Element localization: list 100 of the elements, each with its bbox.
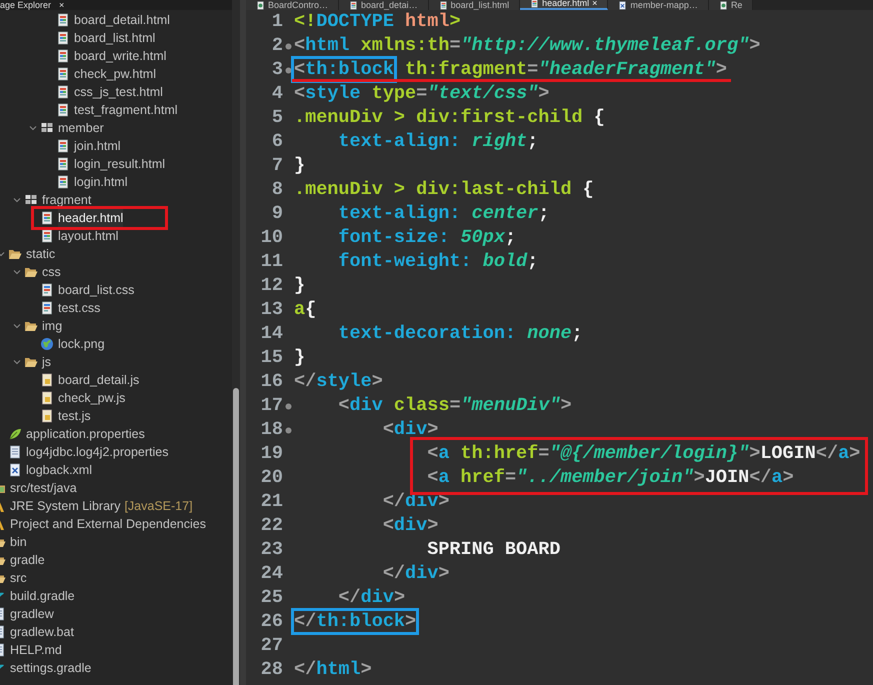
line-number: 18	[260, 418, 283, 442]
expand-chevron-icon[interactable]	[13, 268, 21, 276]
tree-item[interactable]: board_list.css	[58, 280, 134, 300]
tree-item[interactable]: board_detail.js	[58, 370, 140, 390]
file-icon	[349, 1, 358, 10]
code-line: <style type="text/css">	[294, 82, 550, 106]
expand-chevron-icon[interactable]	[29, 124, 37, 132]
expand-chevron-icon[interactable]	[13, 322, 21, 330]
tree-item[interactable]: login.html	[74, 172, 128, 192]
leaf-icon	[8, 427, 22, 441]
tree-item[interactable]: lock.png	[58, 334, 105, 354]
tree-item[interactable]: css	[42, 262, 61, 282]
code-line: <a th:href="@{/member/login}">LOGIN</a>	[426, 442, 860, 466]
line-number: 27	[260, 634, 283, 658]
line-number: 16	[260, 370, 283, 394]
editor-tab[interactable]: board_detai…	[339, 0, 429, 10]
tree-item[interactable]: login_result.html	[74, 154, 166, 174]
tree-item[interactable]: logback.xml	[26, 460, 92, 480]
tree-item[interactable]: src	[10, 568, 27, 588]
tree-item[interactable]: application.properties	[26, 424, 145, 444]
tree-item[interactable]: gradlew	[10, 604, 54, 624]
editor-tab[interactable]: board_list.html	[428, 0, 520, 10]
tree-item[interactable]: settings.gradle	[10, 658, 92, 678]
tree-item[interactable]: check_pw.js	[58, 388, 126, 408]
close-icon[interactable]: ×	[592, 0, 598, 8]
line-number: 26	[260, 610, 283, 634]
tree-item[interactable]: member	[58, 118, 104, 138]
line-number: 3	[272, 58, 283, 82]
tree-item[interactable]: js	[42, 352, 52, 372]
close-icon[interactable]: ×	[59, 0, 64, 10]
code-line: <div class="menuDiv">	[337, 394, 572, 418]
expand-chevron-icon[interactable]	[13, 358, 21, 366]
file-icon	[8, 463, 22, 477]
tree-item[interactable]: test.js	[58, 406, 91, 426]
line-number: 4	[272, 82, 283, 106]
file-icon	[56, 157, 70, 171]
file-icon	[40, 301, 54, 315]
tree-item[interactable]: board_detail.html	[74, 10, 170, 30]
tree-item[interactable]: gradlew.bat	[10, 622, 74, 642]
tree-item[interactable]: gradle	[10, 550, 45, 570]
tree-item[interactable]: board_write.html	[74, 46, 166, 66]
fold-marker-icon[interactable]	[283, 402, 294, 410]
code-line: <div>	[382, 514, 438, 538]
line-number: 21	[260, 490, 283, 514]
line-number: 22	[260, 514, 283, 538]
tree-item[interactable]: src/test/java	[10, 478, 77, 498]
file-icon	[618, 1, 628, 10]
line-number: 6	[272, 130, 283, 154]
tree-item[interactable]: fragment	[42, 190, 92, 210]
tree-item[interactable]: check_pw.html	[74, 64, 156, 84]
line-number: 7	[272, 154, 283, 178]
code-line: text-align: center;	[337, 202, 550, 226]
view-tab-title[interactable]: age Explorer	[0, 0, 52, 10]
line-number: 28	[260, 658, 283, 682]
tree-item[interactable]: HELP.md	[10, 640, 62, 660]
code-line: font-weight: bold;	[337, 250, 538, 274]
file-icon	[40, 229, 54, 243]
tree-item[interactable]: bin	[10, 532, 27, 552]
editor-tab[interactable]: Re	[708, 0, 754, 10]
scrollbar-thumb[interactable]	[233, 388, 239, 685]
editor-tab[interactable]: BoardContro…	[246, 0, 340, 10]
tree-item[interactable]: header.html	[58, 208, 124, 228]
tree-item[interactable]: log4jdbc.log4j2.properties	[26, 442, 168, 462]
line-number: 2	[272, 34, 283, 58]
file-icon	[256, 1, 265, 10]
expand-chevron-icon[interactable]	[13, 196, 21, 204]
code-line: }	[294, 346, 306, 370]
fold-marker-icon[interactable]	[283, 66, 294, 74]
fold-marker-icon[interactable]	[283, 426, 294, 434]
tree-item[interactable]: test.css	[58, 298, 100, 318]
tree-item[interactable]: board_list.html	[74, 28, 156, 48]
folder-icon	[8, 247, 22, 261]
tree-item[interactable]: build.gradle	[10, 586, 75, 606]
editor-tab[interactable]: member-mapp…	[608, 0, 709, 10]
line-number: 24	[260, 562, 283, 586]
tree-item[interactable]: static	[26, 244, 56, 264]
tree-item[interactable]: css_js_test.html	[74, 82, 163, 102]
file-icon	[56, 139, 70, 153]
code-line: text-align: right;	[337, 130, 538, 154]
file-icon	[56, 31, 70, 45]
code-line: text-decoration: none;	[337, 322, 583, 346]
line-number: 9	[272, 202, 283, 226]
tree-item[interactable]: JRE System Library	[10, 496, 120, 516]
code-line: <!DOCTYPE html>	[294, 10, 461, 34]
tree-item[interactable]: img	[42, 316, 62, 336]
tree-item[interactable]: join.html	[74, 136, 121, 156]
tree-item[interactable]: test_fragment.html	[74, 100, 178, 120]
line-number: 13	[260, 298, 283, 322]
tree-item[interactable]: Project and External Dependencies	[10, 514, 206, 534]
code-line: <div>	[382, 418, 438, 442]
code-line: }	[294, 274, 306, 298]
folder-icon	[24, 265, 38, 279]
code-line: <a href="../member/join">JOIN</a>	[426, 466, 794, 490]
code-line: font-size: 50px;	[337, 226, 516, 250]
tree-item[interactable]: layout.html	[58, 226, 118, 246]
code-line: <html xmlns:th="http://www.thymeleaf.org">	[294, 34, 760, 58]
line-number: 23	[260, 538, 283, 562]
line-number: 15	[260, 346, 283, 370]
file-icon	[56, 103, 70, 117]
fold-marker-icon[interactable]	[283, 42, 294, 50]
